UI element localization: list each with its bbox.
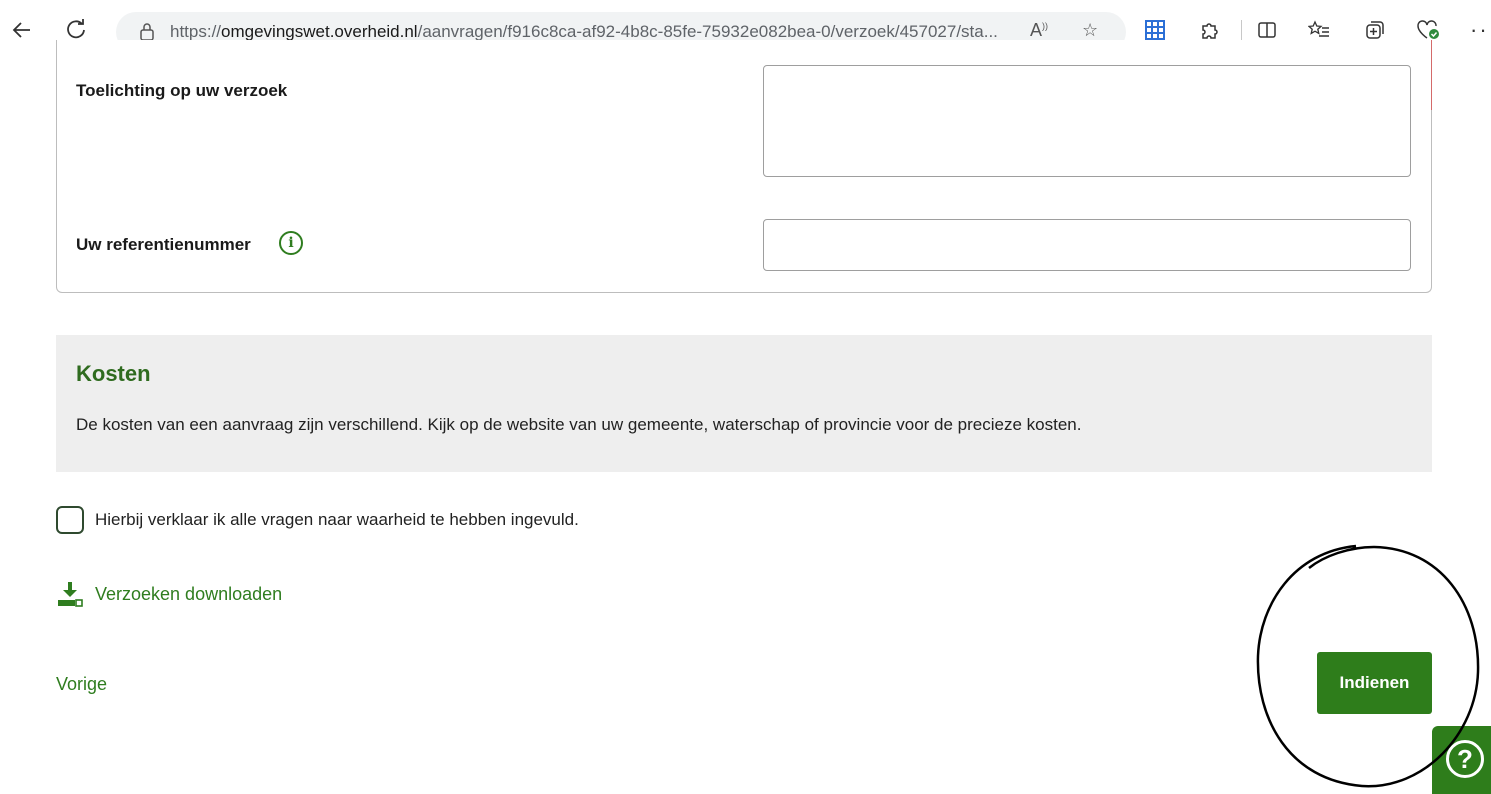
declaration-label[interactable]: Hierbij verklaar ik alle vragen naar waa… <box>95 510 579 530</box>
url-text[interactable]: https://omgevingswet.overheid.nl/aanvrag… <box>170 22 998 42</box>
download-icon[interactable] <box>57 581 83 607</box>
back-arrow-icon[interactable] <box>8 16 36 44</box>
submit-button[interactable]: Indienen <box>1317 652 1432 714</box>
kosten-title: Kosten <box>76 361 151 386</box>
referentie-label: Uw referentienummer <box>76 235 251 254</box>
read-aloud-icon[interactable]: A)) <box>1030 20 1048 41</box>
toelichting-label: Toelichting op uw verzoek <box>76 81 288 100</box>
toolbar-divider <box>1241 20 1242 42</box>
info-icon[interactable]: i <box>279 231 303 255</box>
referentie-input[interactable] <box>763 219 1411 271</box>
kosten-section: Kosten De kosten van een aanvraag zijn v… <box>56 335 1432 472</box>
lock-icon[interactable] <box>138 22 156 42</box>
url-path: /aanvragen/f916c8ca-af92-4b8c-85fe-75932… <box>417 22 998 41</box>
kosten-text: De kosten van een aanvraag zijn verschil… <box>76 415 1082 434</box>
toelichting-textarea[interactable] <box>763 65 1411 177</box>
download-requests-link[interactable]: Verzoeken downloaden <box>95 584 282 605</box>
help-button[interactable]: ? <box>1432 726 1491 794</box>
favorite-star-icon[interactable]: ☆ <box>1082 20 1098 41</box>
previous-link[interactable]: Vorige <box>56 674 107 695</box>
url-prefix: https:// <box>170 22 222 41</box>
declaration-checkbox[interactable] <box>56 506 84 534</box>
more-icon[interactable]: ··· <box>1470 16 1491 44</box>
help-question-icon: ? <box>1446 740 1484 778</box>
url-domain: omgevingswet.overheid.nl <box>221 22 418 41</box>
